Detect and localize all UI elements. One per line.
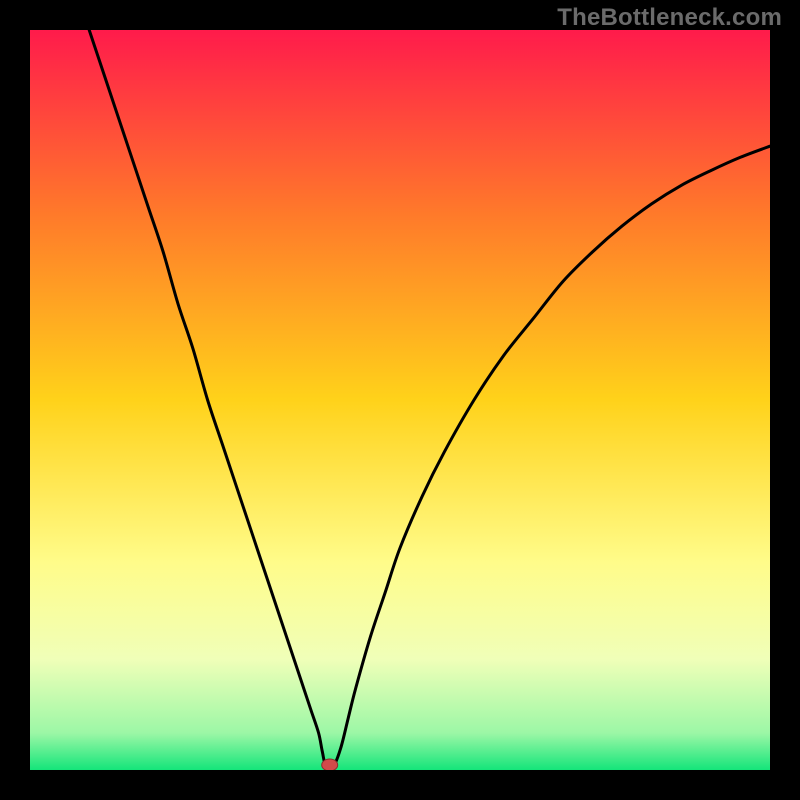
minimum-marker	[322, 759, 338, 770]
gradient-background	[30, 30, 770, 770]
chart-svg	[30, 30, 770, 770]
plot-area	[30, 30, 770, 770]
watermark-text: TheBottleneck.com	[557, 4, 782, 32]
chart-container: TheBottleneck.com	[0, 0, 800, 800]
